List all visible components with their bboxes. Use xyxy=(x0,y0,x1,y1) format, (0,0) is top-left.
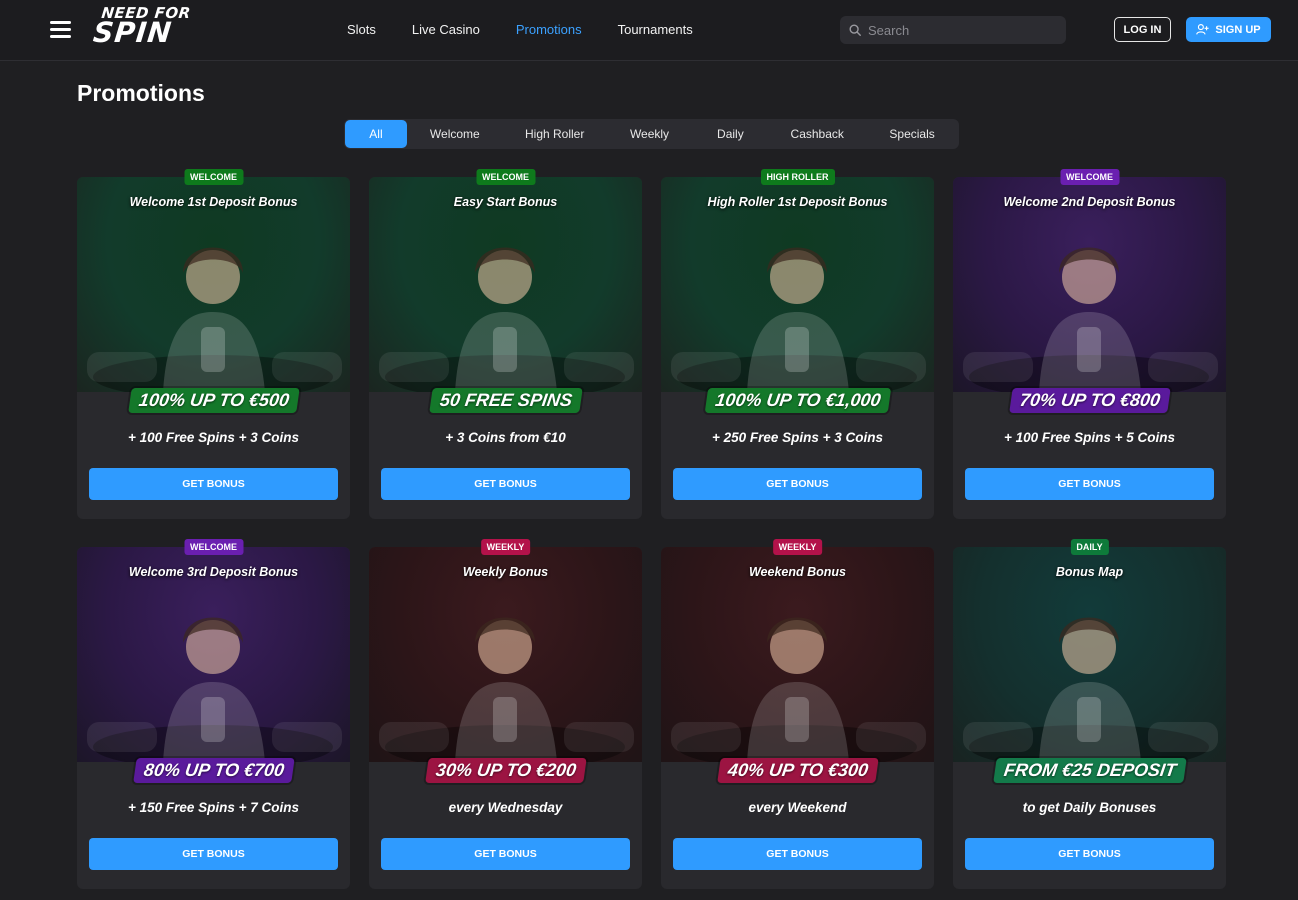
promo-card[interactable]: WEEKLY Weekend Bonus 40% UP TO €300 ever… xyxy=(661,539,934,889)
promo-title: Welcome 1st Deposit Bonus xyxy=(129,195,298,209)
promo-card[interactable]: WELCOME Welcome 3rd Deposit Bonus 80% UP… xyxy=(77,539,350,889)
promo-category-badge: WEEKLY xyxy=(772,539,823,555)
search-icon xyxy=(849,24,861,36)
get-bonus-button[interactable]: GET BONUS xyxy=(673,838,922,870)
promo-filter-tabs: All Welcome High Roller Weekly Daily Cas… xyxy=(344,119,959,149)
promo-headline: 40% UP TO €300 xyxy=(716,758,879,783)
get-bonus-button[interactable]: GET BONUS xyxy=(89,838,338,870)
promo-headline: 30% UP TO €200 xyxy=(424,758,587,783)
get-bonus-button[interactable]: GET BONUS xyxy=(673,468,922,500)
promo-subtitle: + 3 Coins from €10 xyxy=(445,430,566,445)
promo-title: Weekly Bonus xyxy=(462,565,549,579)
get-bonus-button[interactable]: GET BONUS xyxy=(89,468,338,500)
promo-subtitle: every Wednesday xyxy=(448,800,563,815)
promo-headline: 50 FREE SPINS xyxy=(428,388,583,413)
top-header: NEED FOR SPIN Slots Live Casino Promotio… xyxy=(0,0,1298,61)
add-user-icon xyxy=(1196,24,1209,35)
promo-subtitle: + 250 Free Spins + 3 Coins xyxy=(711,430,884,445)
tab-cashback[interactable]: Cashback xyxy=(768,120,866,148)
logo-line-2: SPIN xyxy=(91,16,174,49)
site-logo[interactable]: NEED FOR SPIN xyxy=(91,4,204,49)
promo-headline: 70% UP TO €800 xyxy=(1008,388,1171,413)
promo-title: Bonus Map xyxy=(1055,565,1124,579)
character-illustration xyxy=(87,617,342,762)
promo-card-image xyxy=(77,177,350,392)
search-input[interactable] xyxy=(868,22,1058,38)
main-nav: Slots Live Casino Promotions Tournaments xyxy=(347,22,729,37)
login-button[interactable]: LOG IN xyxy=(1114,17,1171,42)
tab-daily[interactable]: Daily xyxy=(692,120,768,148)
promo-subtitle: every Weekend xyxy=(748,800,847,815)
promo-title: Welcome 3rd Deposit Bonus xyxy=(128,565,299,579)
character-illustration xyxy=(87,247,342,392)
nav-item-live-casino[interactable]: Live Casino xyxy=(412,22,480,37)
nav-item-promotions[interactable]: Promotions xyxy=(516,22,582,37)
promo-headline: 100% UP TO €500 xyxy=(127,388,300,413)
promo-category-badge: HIGH ROLLER xyxy=(760,169,835,185)
tab-weekly[interactable]: Weekly xyxy=(607,120,693,148)
search-box[interactable] xyxy=(840,16,1066,44)
promo-headline: 80% UP TO €700 xyxy=(132,758,295,783)
promo-category-badge: WELCOME xyxy=(184,539,243,555)
promo-category-badge: WELCOME xyxy=(184,169,243,185)
promo-subtitle: to get Daily Bonuses xyxy=(1022,800,1157,815)
signup-button[interactable]: SIGN UP xyxy=(1186,17,1271,42)
promo-card[interactable]: WEEKLY Weekly Bonus 30% UP TO €200 every… xyxy=(369,539,642,889)
get-bonus-button[interactable]: GET BONUS xyxy=(965,838,1214,870)
menu-icon[interactable] xyxy=(50,21,71,38)
promo-subtitle: + 100 Free Spins + 5 Coins xyxy=(1003,430,1176,445)
promo-title: High Roller 1st Deposit Bonus xyxy=(707,195,888,209)
promo-category-badge: DAILY xyxy=(1070,539,1109,555)
get-bonus-button[interactable]: GET BONUS xyxy=(381,468,630,500)
promo-category-badge: WEEKLY xyxy=(480,539,531,555)
promo-card-image xyxy=(661,547,934,762)
promo-headline: FROM €25 DEPOSIT xyxy=(992,758,1187,783)
promo-card-image xyxy=(369,177,642,392)
tab-high-roller[interactable]: High Roller xyxy=(503,120,607,148)
promo-card-image xyxy=(661,177,934,392)
promo-card-image xyxy=(953,177,1226,392)
tab-all[interactable]: All xyxy=(345,120,407,148)
promo-category-badge: WELCOME xyxy=(476,169,535,185)
character-illustration xyxy=(379,247,634,392)
promo-card[interactable]: WELCOME Easy Start Bonus 50 FREE SPINS +… xyxy=(369,169,642,519)
get-bonus-button[interactable]: GET BONUS xyxy=(965,468,1214,500)
promo-subtitle: + 100 Free Spins + 3 Coins xyxy=(127,430,300,445)
character-illustration xyxy=(963,247,1218,392)
promo-card[interactable]: WELCOME Welcome 2nd Deposit Bonus 70% UP… xyxy=(953,169,1226,519)
page-title: Promotions xyxy=(77,80,205,106)
get-bonus-button[interactable]: GET BONUS xyxy=(381,838,630,870)
tab-welcome[interactable]: Welcome xyxy=(407,120,503,148)
promo-card-image xyxy=(953,547,1226,762)
promo-category-badge: WELCOME xyxy=(1060,169,1119,185)
tab-specials[interactable]: Specials xyxy=(866,120,958,148)
character-illustration xyxy=(671,247,926,392)
promo-title: Easy Start Bonus xyxy=(453,195,558,209)
nav-item-tournaments[interactable]: Tournaments xyxy=(618,22,693,37)
character-illustration xyxy=(671,617,926,762)
promo-card[interactable]: WELCOME Welcome 1st Deposit Bonus 100% U… xyxy=(77,169,350,519)
promo-title: Weekend Bonus xyxy=(748,565,846,579)
promo-card-image xyxy=(369,547,642,762)
promo-title: Welcome 2nd Deposit Bonus xyxy=(1003,195,1176,209)
promo-card-image xyxy=(77,547,350,762)
character-illustration xyxy=(379,617,634,762)
promo-headline: 100% UP TO €1,000 xyxy=(704,388,891,413)
promo-card[interactable]: DAILY Bonus Map FROM €25 DEPOSIT to get … xyxy=(953,539,1226,889)
character-illustration xyxy=(963,617,1218,762)
nav-item-slots[interactable]: Slots xyxy=(347,22,376,37)
promo-card[interactable]: HIGH ROLLER High Roller 1st Deposit Bonu… xyxy=(661,169,934,519)
signup-label: SIGN UP xyxy=(1215,23,1261,36)
promo-subtitle: + 150 Free Spins + 7 Coins xyxy=(127,800,300,815)
